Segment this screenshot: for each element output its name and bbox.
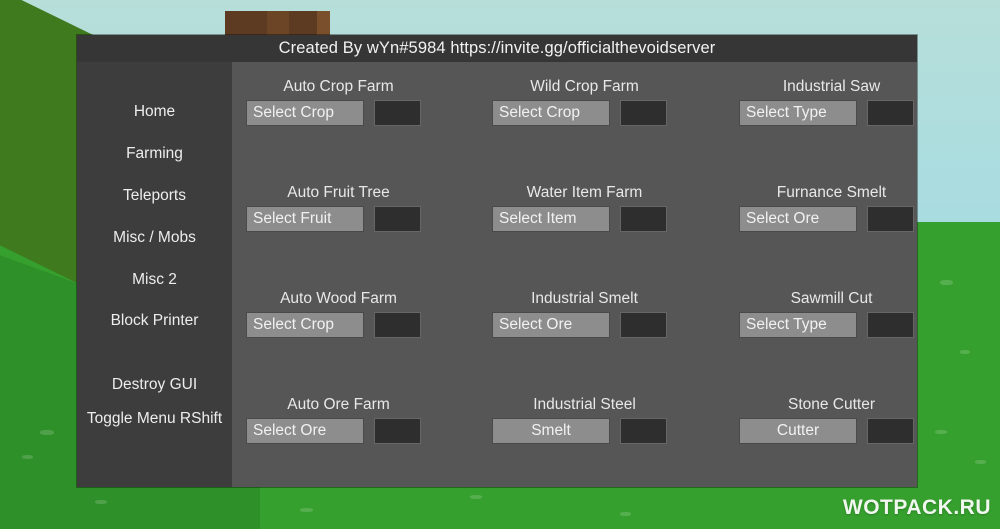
cutter-button[interactable]: Cutter: [739, 418, 857, 444]
feature-card-furnance-smelt: Furnance Smelt Select Ore: [739, 184, 924, 232]
sidebar-item-block-printer[interactable]: Block Printer: [77, 312, 232, 329]
wood-block-edge: [317, 11, 330, 37]
select-crop-dropdown[interactable]: Select Crop: [246, 312, 364, 338]
select-ore-dropdown[interactable]: Select Ore: [739, 206, 857, 232]
feature-controls: Select Item: [492, 206, 677, 232]
feature-controls: Select Type: [739, 312, 924, 338]
sidebar-item-toggle-menu[interactable]: Toggle Menu RShift: [77, 410, 232, 427]
feature-controls: Select Type: [739, 100, 924, 126]
sidebar-item-misc-mobs[interactable]: Misc / Mobs: [77, 229, 232, 246]
feature-controls: Select Crop: [246, 312, 431, 338]
toggle-switch[interactable]: [867, 206, 914, 232]
feature-controls: Select Ore: [492, 312, 677, 338]
feature-controls: Select Ore: [246, 418, 431, 444]
feature-controls: Select Fruit: [246, 206, 431, 232]
sidebar-item-destroy-gui[interactable]: Destroy GUI: [77, 376, 232, 393]
feature-card-industrial-saw: Industrial Saw Select Type: [739, 78, 924, 126]
feature-card-sawmill-cut: Sawmill Cut Select Type: [739, 290, 924, 338]
feature-title: Water Item Farm: [526, 184, 643, 201]
toggle-switch[interactable]: [374, 100, 421, 126]
feature-title: Industrial Saw: [782, 78, 881, 95]
feature-title: Industrial Smelt: [531, 290, 638, 307]
feature-controls: Select Ore: [739, 206, 924, 232]
select-fruit-dropdown[interactable]: Select Fruit: [246, 206, 364, 232]
feature-title: Auto Wood Farm: [280, 290, 397, 307]
toggle-switch[interactable]: [867, 100, 914, 126]
feature-card-auto-fruit-tree: Auto Fruit Tree Select Fruit: [246, 184, 431, 232]
toggle-switch[interactable]: [867, 312, 914, 338]
feature-title: Auto Crop Farm: [283, 78, 394, 95]
feature-card-industrial-smelt: Industrial Smelt Select Ore: [492, 290, 677, 338]
toggle-switch[interactable]: [374, 418, 421, 444]
wood-block-shade: [267, 11, 289, 37]
feature-title: Auto Fruit Tree: [287, 184, 390, 201]
sidebar-item-farming[interactable]: Farming: [77, 145, 232, 162]
toggle-switch[interactable]: [374, 206, 421, 232]
feature-title: Industrial Steel: [533, 396, 636, 413]
toggle-switch[interactable]: [374, 312, 421, 338]
toggle-switch[interactable]: [620, 100, 667, 126]
feature-title: Furnance Smelt: [776, 184, 887, 201]
window-titlebar: Created By wYn#5984 https://invite.gg/of…: [77, 35, 917, 62]
select-type-dropdown[interactable]: Select Type: [739, 312, 857, 338]
feature-card-wild-crop-farm: Wild Crop Farm Select Crop: [492, 78, 677, 126]
feature-title: Auto Ore Farm: [287, 396, 390, 413]
toggle-switch[interactable]: [620, 206, 667, 232]
select-crop-dropdown[interactable]: Select Crop: [246, 100, 364, 126]
select-ore-dropdown[interactable]: Select Ore: [492, 312, 610, 338]
sidebar-item-misc-2[interactable]: Misc 2: [77, 271, 232, 288]
select-type-dropdown[interactable]: Select Type: [739, 100, 857, 126]
feature-card-auto-crop-farm: Auto Crop Farm Select Crop: [246, 78, 431, 126]
sidebar-nav: Home Farming Teleports Misc / Mobs Misc …: [77, 62, 232, 487]
smelt-button[interactable]: Smelt: [492, 418, 610, 444]
feature-controls: Smelt: [492, 418, 677, 444]
select-item-dropdown[interactable]: Select Item: [492, 206, 610, 232]
wood-block-prop: [225, 11, 330, 37]
feature-controls: Cutter: [739, 418, 924, 444]
feature-card-stone-cutter: Stone Cutter Cutter: [739, 396, 924, 444]
toggle-switch[interactable]: [620, 312, 667, 338]
feature-card-auto-ore-farm: Auto Ore Farm Select Ore: [246, 396, 431, 444]
sidebar-item-teleports[interactable]: Teleports: [77, 187, 232, 204]
screen-root: Created By wYn#5984 https://invite.gg/of…: [0, 0, 1000, 529]
select-ore-dropdown[interactable]: Select Ore: [246, 418, 364, 444]
select-crop-dropdown[interactable]: Select Crop: [492, 100, 610, 126]
feature-card-auto-wood-farm: Auto Wood Farm Select Crop: [246, 290, 431, 338]
sidebar-item-home[interactable]: Home: [77, 103, 232, 120]
feature-title: Stone Cutter: [787, 396, 876, 413]
feature-card-industrial-steel: Industrial Steel Smelt: [492, 396, 677, 444]
feature-controls: Select Crop: [246, 100, 431, 126]
script-gui-window: Created By wYn#5984 https://invite.gg/of…: [77, 35, 917, 487]
feature-title: Wild Crop Farm: [530, 78, 639, 95]
feature-controls: Select Crop: [492, 100, 677, 126]
toggle-switch[interactable]: [867, 418, 914, 444]
feature-grid: Auto Crop Farm Select Crop Wild Crop Far…: [232, 62, 917, 487]
feature-card-water-item-farm: Water Item Farm Select Item: [492, 184, 677, 232]
feature-title: Sawmill Cut: [790, 290, 873, 307]
toggle-switch[interactable]: [620, 418, 667, 444]
site-watermark: WOTPACK.RU: [842, 496, 991, 519]
